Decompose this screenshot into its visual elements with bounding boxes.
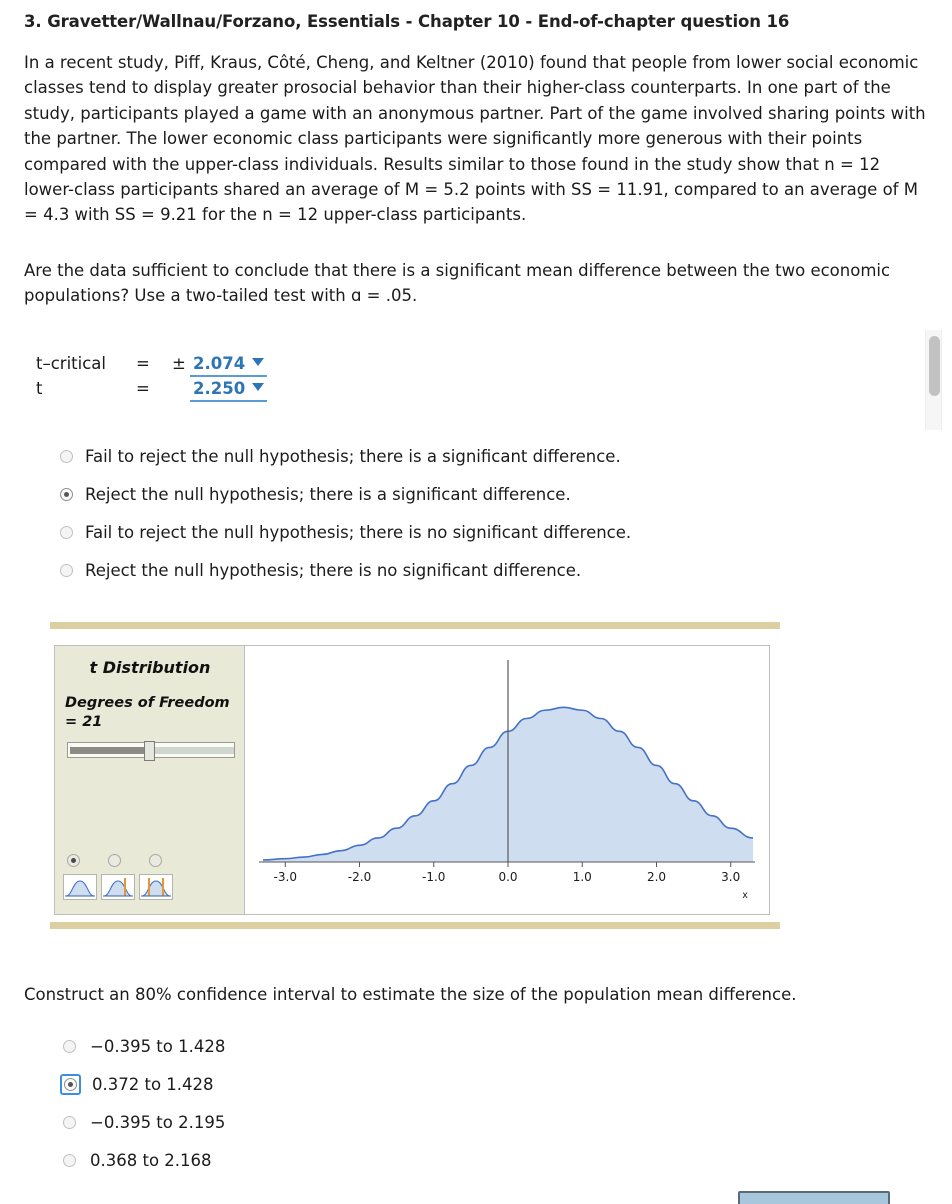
t-label: t (36, 379, 43, 398)
degrees-of-freedom-label: Degrees of Freedom = 21 (65, 695, 230, 730)
radio-icon[interactable] (63, 1115, 76, 1129)
radio-icon[interactable] (63, 1153, 76, 1167)
chart-canvas: -3.0 -2.0 -1.0 0.0 1.0 2.0 3.0x (259, 660, 755, 901)
radio-wrapper[interactable] (60, 1113, 79, 1132)
distribution-control-panel: t Distribution Degrees of Freedom = 21 (55, 646, 245, 914)
radio-wrapper[interactable] (60, 1037, 79, 1056)
x-axis-tick-label: 2.0 (647, 870, 666, 884)
vertical-scrollbar[interactable] (925, 330, 942, 430)
submit-button[interactable] (738, 1191, 890, 1204)
t-distribution-chart: -3.0 -2.0 -1.0 0.0 1.0 2.0 3.0 x (245, 646, 769, 914)
question-prompt-paragraph: Are the data sufficient to conclude that… (24, 261, 891, 306)
confidence-interval-prompt: Construct an 80% confidence interval to … (24, 985, 797, 1004)
x-axis-tick-label: -3.0 (274, 870, 297, 884)
radio-icon[interactable] (60, 563, 73, 577)
distribution-mode-radio-group (67, 854, 162, 867)
hypothesis-option-3[interactable]: Reject the null hypothesis; there is no … (60, 551, 631, 589)
t-critical-plusminus: ± (172, 354, 186, 373)
hypothesis-option-0[interactable]: Fail to reject the null hypothesis; ther… (60, 437, 631, 475)
question-stem-paragraph: In a recent study, Piff, Kraus, Côté, Ch… (24, 53, 926, 225)
radio-icon[interactable] (63, 1039, 76, 1053)
degrees-of-freedom-slider[interactable] (67, 741, 235, 761)
interval-option-label: 0.372 to 1.428 (92, 1074, 214, 1094)
x-axis-tick-label: 1.0 (573, 870, 592, 884)
interval-option-label: −0.395 to 1.428 (90, 1036, 226, 1056)
radio-wrapper-focused[interactable] (60, 1073, 81, 1095)
stat-row-t: t = 2.250 (36, 379, 268, 404)
hypothesis-option-label: Reject the null hypothesis; there is a s… (85, 484, 571, 504)
radio-icon[interactable] (60, 449, 73, 463)
interval-option-0[interactable]: −0.395 to 1.428 (60, 1027, 225, 1065)
interval-option-group: −0.395 to 1.428 0.372 to 1.428 −0.395 to… (60, 1027, 225, 1179)
hypothesis-option-label: Fail to reject the null hypothesis; ther… (85, 446, 621, 466)
t-value: 2.250 (193, 379, 246, 398)
page-title: 3. Gravetter/Wallnau/Forzano, Essentials… (24, 12, 790, 31)
t-distribution-widget: t Distribution Degrees of Freedom = 21 -… (54, 645, 770, 915)
interval-option-2[interactable]: −0.395 to 2.195 (60, 1103, 225, 1141)
divider-bar-bottom (50, 922, 780, 929)
mode-radio-one-tail[interactable] (108, 854, 121, 867)
statistics-readout: t–critical = ± 2.074 t = 2.250 (36, 354, 268, 404)
hypothesis-option-1[interactable]: Reject the null hypothesis; there is a s… (60, 475, 631, 513)
distribution-mode-icon-group (63, 874, 173, 900)
stat-row-t-critical: t–critical = ± 2.074 (36, 354, 268, 379)
hypothesis-option-label: Fail to reject the null hypothesis; ther… (85, 522, 632, 542)
interval-option-label: 0.368 to 2.168 (90, 1150, 212, 1170)
hypothesis-option-group: Fail to reject the null hypothesis; ther… (60, 437, 631, 589)
chevron-down-icon (252, 358, 265, 366)
t-critical-equals: = (136, 354, 150, 373)
slider-fill (70, 747, 149, 754)
x-axis-tick-label: 0.0 (498, 870, 517, 884)
scrollbar-thumb[interactable] (929, 336, 940, 396)
interval-option-label: −0.395 to 2.195 (90, 1112, 226, 1132)
interval-option-1[interactable]: 0.372 to 1.428 (60, 1065, 225, 1103)
x-axis-label: x (742, 890, 748, 901)
distribution-plain-icon[interactable] (63, 874, 97, 900)
divider-bar-top (50, 622, 780, 629)
slider-thumb[interactable] (144, 741, 155, 761)
t-critical-label: t–critical (36, 354, 106, 373)
radio-icon[interactable] (60, 487, 73, 501)
hypothesis-option-label: Reject the null hypothesis; there is no … (85, 560, 582, 580)
radio-wrapper[interactable] (60, 1151, 79, 1170)
x-axis-tick-label: -2.0 (348, 870, 371, 884)
hypothesis-option-2[interactable]: Fail to reject the null hypothesis; ther… (60, 513, 631, 551)
mode-radio-none[interactable] (67, 854, 80, 867)
radio-icon[interactable] (64, 1077, 77, 1091)
t-critical-dropdown[interactable]: 2.074 (190, 354, 268, 377)
question-page: 3. Gravetter/Wallnau/Forzano, Essentials… (0, 0, 952, 1204)
x-axis-tick-label: -1.0 (422, 870, 445, 884)
chevron-down-icon (252, 383, 265, 391)
t-value-dropdown[interactable]: 2.250 (190, 379, 268, 402)
distribution-two-tail-icon[interactable] (139, 874, 173, 900)
distribution-one-tail-icon[interactable] (101, 874, 135, 900)
interval-option-3[interactable]: 0.368 to 2.168 (60, 1141, 225, 1179)
mode-radio-two-tail[interactable] (149, 854, 162, 867)
t-equals: = (136, 379, 150, 398)
radio-icon[interactable] (60, 525, 73, 539)
distribution-panel-title: t Distribution (89, 658, 211, 677)
t-critical-value: 2.074 (193, 354, 246, 373)
x-axis-tick-label: 3.0 (721, 870, 740, 884)
